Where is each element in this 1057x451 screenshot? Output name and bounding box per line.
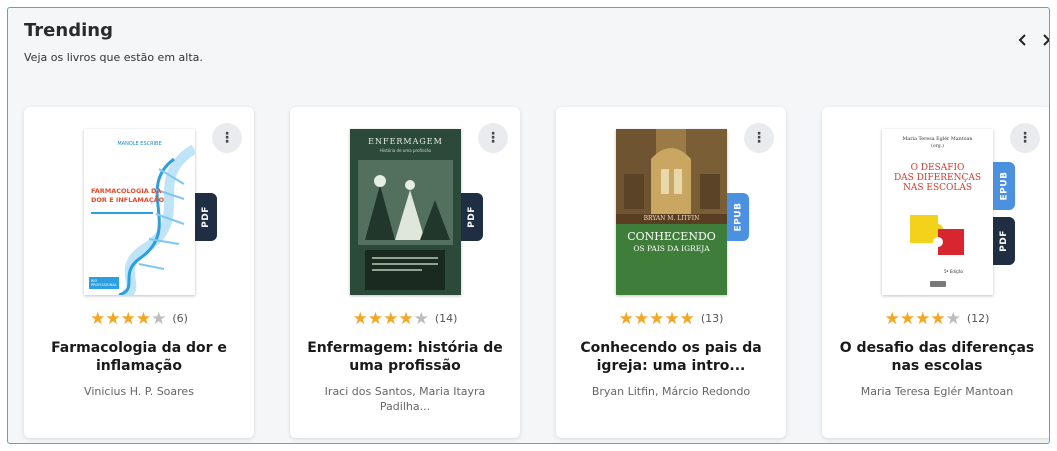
cover-author-band: BRYAN M. LITFIN — [616, 214, 727, 224]
cover-illustration — [616, 129, 727, 214]
cover-subtitle: História de uma profissão — [379, 148, 432, 153]
more-options-button[interactable]: ⋮ — [1010, 123, 1040, 153]
star-icon: ★ — [618, 309, 634, 329]
book-authors: Vinicius H. P. Soares — [84, 385, 194, 398]
star-icon: ★ — [930, 309, 946, 329]
cover-title-underline — [91, 212, 153, 214]
star-icon: ★ — [915, 309, 931, 329]
book-cover[interactable]: MANOLE ESCRIBE FARMACOLOGIA DA DOR E INF… — [84, 129, 195, 295]
cover-title: ENFERMAGEM — [368, 137, 443, 146]
book-authors: Maria Teresa Eglér Mantoan — [860, 385, 1014, 398]
star-icon: ★ — [105, 309, 121, 329]
star-rating: ★★★★★ (13) — [556, 309, 786, 329]
cover-edition: 5ª Edição — [944, 269, 963, 274]
rating-count: (6) — [172, 312, 188, 325]
star-icon: ★ — [398, 309, 414, 329]
cover-illustration — [358, 160, 453, 290]
publisher-logo — [930, 281, 946, 287]
prev-button[interactable] — [1013, 30, 1033, 50]
section-subtitle: Veja os livros que estão em alta. — [24, 51, 203, 64]
star-icon: ★ — [633, 309, 650, 329]
star-icon: ★ — [367, 309, 384, 329]
star-rating: ★★★★★ (12) — [822, 309, 1049, 329]
book-card[interactable]: BRYAN M. LITFIN CONHECENDO OS PAIS DA IG… — [556, 107, 786, 438]
star-icon: ★ — [679, 309, 695, 329]
star-icon: ★ — [383, 309, 399, 329]
book-cover[interactable]: ENFERMAGEM História de uma profissão — [350, 129, 461, 295]
book-cover[interactable]: Maria Teresa Eglér Mantoan (org.) O DESA… — [882, 129, 993, 295]
cover-title: CONHECENDO — [627, 230, 716, 243]
cover-title: FARMACOLOGIA DA DOR E INFLAMAÇÃO — [91, 187, 165, 204]
star-icon: ★ — [945, 309, 961, 329]
star-icon: ★ — [664, 309, 680, 329]
puzzle-illustration — [910, 215, 964, 255]
chevron-right-icon — [1043, 34, 1049, 46]
epub-badge: EPUB — [727, 193, 749, 241]
star-icon: ★ — [135, 309, 152, 329]
more-vertical-icon: ⋮ — [1018, 130, 1032, 146]
cover-org: (org.) — [931, 144, 944, 149]
star-icon: ★ — [90, 309, 106, 329]
next-button[interactable] — [1036, 30, 1049, 50]
more-options-button[interactable]: ⋮ — [744, 123, 774, 153]
star-icon: ★ — [884, 309, 900, 329]
chevron-left-icon — [1018, 34, 1026, 46]
more-vertical-icon: ⋮ — [752, 130, 766, 146]
more-vertical-icon: ⋮ — [220, 130, 234, 146]
rating-count: (14) — [434, 312, 458, 325]
book-card[interactable]: ENFERMAGEM História de uma profissão PDF… — [290, 107, 520, 438]
book-card[interactable]: MANOLE ESCRIBE FARMACOLOGIA DA DOR E INF… — [24, 107, 254, 438]
cover-footer: RIO PROFISSIONAL — [89, 277, 119, 289]
rating-count: (13) — [700, 312, 724, 325]
book-authors: Bryan Litfin, Márcio Redondo — [591, 385, 751, 398]
cover-title: O DESAFIO DAS DIFERENÇAS NAS ESCOLAS — [893, 163, 982, 193]
more-options-button[interactable]: ⋮ — [212, 123, 242, 153]
star-icon: ★ — [151, 309, 167, 329]
book-authors: Iraci dos Santos, Maria Itayra Padilha..… — [324, 385, 486, 413]
star-icon: ★ — [649, 309, 665, 329]
trending-section: Trending Veja os livros que estão em alt… — [7, 7, 1050, 444]
more-options-button[interactable]: ⋮ — [478, 123, 508, 153]
book-title[interactable]: O desafio das diferenças nas escolas — [834, 339, 1040, 375]
pdf-badge: PDF — [993, 217, 1015, 265]
book-title[interactable]: Farmacologia da dor e inflamação — [36, 339, 242, 375]
book-title[interactable]: Conhecendo os pais da igreja: uma intro.… — [568, 339, 774, 375]
star-rating: ★★★★★ (14) — [290, 309, 520, 329]
pdf-badge: PDF — [461, 193, 483, 241]
more-vertical-icon: ⋮ — [486, 130, 500, 146]
star-icon: ★ — [120, 309, 136, 329]
cover-title-line2: OS PAIS DA IGREJA — [633, 244, 710, 253]
book-title[interactable]: Enfermagem: história de uma profissão — [302, 339, 508, 375]
book-card[interactable]: Maria Teresa Eglér Mantoan (org.) O DESA… — [822, 107, 1049, 438]
section-title: Trending — [24, 20, 113, 41]
book-cover[interactable]: BRYAN M. LITFIN CONHECENDO OS PAIS DA IG… — [616, 129, 727, 295]
pdf-badge: PDF — [195, 193, 217, 241]
cover-author: Maria Teresa Eglér Mantoan — [902, 137, 973, 142]
epub-badge: EPUB — [993, 162, 1015, 210]
rating-count: (12) — [966, 312, 990, 325]
star-rating: ★★★★★ (6) — [24, 309, 254, 329]
star-icon: ★ — [899, 309, 916, 329]
star-icon: ★ — [413, 309, 429, 329]
star-icon: ★ — [352, 309, 368, 329]
